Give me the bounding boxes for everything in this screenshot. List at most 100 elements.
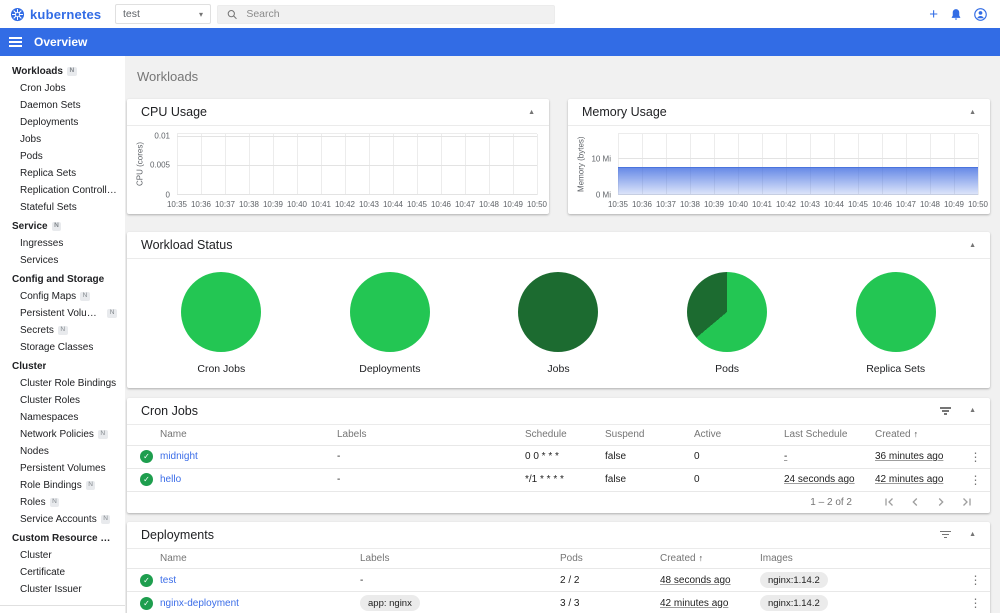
- sidebar-item-jobs-label: Jobs: [20, 134, 42, 145]
- x-tick-label: 10:38: [679, 200, 701, 209]
- cronjob-name-link[interactable]: hello: [160, 474, 181, 485]
- row-menu-icon[interactable]: ⋮: [970, 596, 982, 610]
- x-tick-label: 10:38: [238, 200, 260, 209]
- sidebar-item-ingresses[interactable]: Ingresses: [0, 235, 125, 252]
- sidebar-item-daemon-sets-label: Daemon Sets: [20, 100, 81, 111]
- cell-active: 0: [694, 445, 784, 469]
- sidebar-item-cluster-issuer[interactable]: Cluster Issuer: [0, 581, 125, 598]
- app-bar: Overview: [0, 28, 1000, 56]
- sidebar-item-stateful-sets[interactable]: Stateful Sets: [0, 199, 125, 216]
- sidebar-item-roles[interactable]: Roles N: [0, 494, 125, 511]
- namespaced-badge: N: [85, 480, 96, 491]
- search-input[interactable]: [246, 8, 545, 20]
- sidebar-item-persistent-volume-claims-label: Persistent Volume Claims: [20, 308, 103, 319]
- sidebar-section-cluster[interactable]: Cluster: [0, 356, 125, 375]
- kubernetes-logo[interactable]: kubernetes: [0, 7, 112, 22]
- sidebar-item-service-accounts[interactable]: Service Accounts N: [0, 511, 125, 528]
- col-images[interactable]: Images: [760, 548, 965, 569]
- next-page-button[interactable]: [928, 494, 954, 510]
- pie-chart: [855, 272, 936, 352]
- col-schedule[interactable]: Schedule: [525, 425, 605, 446]
- sidebar-item-secrets[interactable]: Secrets N: [0, 322, 125, 339]
- collapse-icon[interactable]: ▲: [969, 109, 976, 116]
- search-bar[interactable]: [217, 4, 555, 24]
- col-created[interactable]: Created ↑: [875, 425, 965, 446]
- sidebar-item-persistent-volume-claims[interactable]: Persistent Volume Claims N: [0, 305, 125, 322]
- sidebar-item-deployments[interactable]: Deployments: [0, 114, 125, 131]
- sidebar-section-service[interactable]: Service N: [0, 216, 125, 235]
- sidebar-section-workloads[interactable]: Workloads N: [0, 61, 125, 80]
- collapse-icon[interactable]: ▲: [969, 242, 976, 249]
- sidebar-item-role-bindings[interactable]: Role Bindings N: [0, 477, 125, 494]
- filter-icon[interactable]: [939, 530, 951, 539]
- sidebar-item-certificate[interactable]: Certificate: [0, 564, 125, 581]
- sidebar-section-config-and-storage[interactable]: Config and Storage: [0, 269, 125, 288]
- col-pods[interactable]: Pods: [560, 548, 660, 569]
- sidebar-item-pods[interactable]: Pods: [0, 148, 125, 165]
- namespace-value: test: [123, 8, 140, 20]
- col-created[interactable]: Created ↑: [660, 548, 760, 569]
- collapse-icon[interactable]: ▲: [528, 109, 535, 116]
- y-tick-label: 0.005: [149, 160, 170, 170]
- last-page-button[interactable]: [954, 494, 980, 510]
- sidebar-item-replication-controllers-label: Replication Controllers: [20, 185, 117, 196]
- first-page-button[interactable]: [876, 494, 902, 510]
- sidebar-item-stateful-sets-label: Stateful Sets: [20, 202, 77, 213]
- x-tick-label: 10:41: [310, 200, 332, 209]
- sidebar-item-jobs[interactable]: Jobs: [0, 131, 125, 148]
- sidebar-item-daemon-sets[interactable]: Daemon Sets: [0, 97, 125, 114]
- sidebar-item-namespaces-label: Namespaces: [20, 412, 79, 423]
- usage-charts-row: CPU Usage ▲ CPU (cores) 0 0.005 0.01 10:35…: [127, 99, 990, 214]
- create-resource-button[interactable]: +: [929, 7, 938, 22]
- col-last-schedule[interactable]: Last Schedule: [784, 425, 875, 446]
- sidebar-item-persistent-volumes[interactable]: Persistent Volumes: [0, 460, 125, 477]
- sidebar-item-services-label: Services: [20, 255, 59, 266]
- cronjob-name-link[interactable]: midnight: [160, 451, 198, 462]
- account-button[interactable]: [974, 7, 987, 21]
- row-menu-icon[interactable]: ⋮: [970, 450, 982, 464]
- deployment-name-link[interactable]: test: [160, 575, 176, 586]
- sidebar-item-namespaces[interactable]: Namespaces: [0, 409, 125, 426]
- notifications-button[interactable]: [950, 8, 962, 21]
- collapse-icon[interactable]: ▲: [969, 531, 976, 538]
- sidebar-item-storage-classes[interactable]: Storage Classes: [0, 339, 125, 356]
- sidebar-item-nodes-label: Nodes: [20, 446, 49, 457]
- cell-pods: 3 / 3: [560, 591, 660, 613]
- page-title: Workloads: [137, 69, 199, 84]
- filter-icon[interactable]: [939, 407, 951, 415]
- row-menu-icon[interactable]: ⋮: [970, 473, 982, 487]
- sidebar-item-cluster[interactable]: Cluster: [0, 547, 125, 564]
- sidebar-item-cron-jobs[interactable]: Cron Jobs: [0, 80, 125, 97]
- sidebar-item-replication-controllers[interactable]: Replication Controllers: [0, 182, 125, 199]
- sidebar-item-replica-sets[interactable]: Replica Sets: [0, 165, 125, 182]
- col-name[interactable]: Name: [160, 548, 360, 569]
- col-active[interactable]: Active: [694, 425, 784, 446]
- sidebar-item-cluster-roles[interactable]: Cluster Roles: [0, 392, 125, 409]
- workload-pie-cron-jobs: Cron Jobs: [137, 272, 306, 375]
- memory-usage-chart: Memory (bytes) 0 Mi 10 Mi 10:35 10:36 10:37…: [568, 126, 990, 214]
- user-icon: [974, 7, 987, 21]
- x-tick-label: 10:36: [631, 200, 653, 209]
- sidebar-item-services[interactable]: Services: [0, 252, 125, 269]
- plot-area: [177, 133, 538, 195]
- x-tick-label: 10:44: [823, 200, 845, 209]
- col-suspend[interactable]: Suspend: [605, 425, 694, 446]
- collapse-icon[interactable]: ▲: [969, 407, 976, 414]
- main-content: Workloads CPU Usage ▲ CPU (cores) 0 0.005…: [125, 56, 1000, 613]
- previous-page-button[interactable]: [902, 494, 928, 510]
- sidebar-item-cluster-role-bindings[interactable]: Cluster Role Bindings: [0, 375, 125, 392]
- sidebar-item-network-policies[interactable]: Network Policies N: [0, 426, 125, 443]
- menu-icon[interactable]: [9, 37, 22, 47]
- sidebar-item-storage-classes-label: Storage Classes: [20, 342, 94, 353]
- row-menu-icon[interactable]: ⋮: [970, 573, 982, 587]
- sidebar-item-nodes[interactable]: Nodes: [0, 443, 125, 460]
- col-name[interactable]: Name: [160, 425, 337, 446]
- deployment-name-link[interactable]: nginx-deployment: [160, 598, 239, 609]
- namespace-selector[interactable]: test ▾: [115, 4, 211, 24]
- sidebar-item-config-maps[interactable]: Config Maps N: [0, 288, 125, 305]
- col-labels[interactable]: Labels: [360, 548, 560, 569]
- col-labels[interactable]: Labels: [337, 425, 525, 446]
- x-tick-label: 10:39: [262, 200, 284, 209]
- sidebar-section-custom-resource-definitions[interactable]: Custom Resource Definitions: [0, 528, 125, 547]
- cell-last-schedule: -: [784, 451, 788, 462]
